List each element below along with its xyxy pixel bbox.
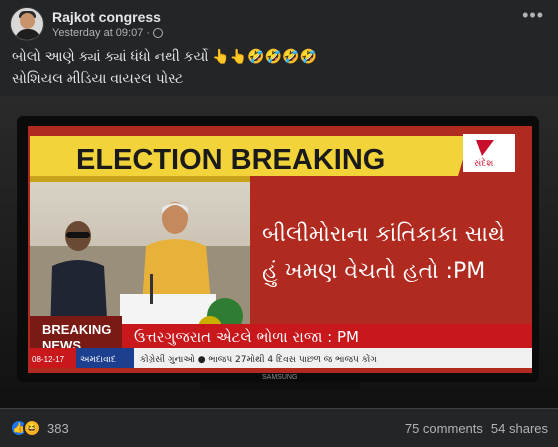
reactions-summary[interactable]: 👍 😆 383	[10, 419, 69, 437]
ticker-main: ઉત્તરગુજરાત એટલે ભોળા રાજા : PM	[134, 328, 359, 346]
post-image[interactable]: ELECTION BREAKING સંદેશ બીલીમોરાના કાંતિ…	[0, 96, 558, 408]
globe-icon	[153, 27, 164, 38]
facebook-post: Rajkot congress Yesterday at 09:07 · •••…	[0, 0, 558, 447]
comments-count[interactable]: 75 comments	[405, 421, 483, 436]
channel-logo-text: સંદેશ	[474, 157, 493, 169]
ticker-small: કોંગ્રેસી ગુનાઓ ● ભાજપ 27મોથી 4 દિવસ પાછ…	[140, 353, 377, 365]
page-avatar[interactable]	[10, 7, 44, 41]
breaking-line-1: BREAKING	[42, 322, 111, 337]
reaction-count: 383	[47, 420, 69, 436]
panel-line-2: હું ખમણ વેચતો હતો :PM	[262, 258, 485, 287]
more-options-button[interactable]: •••	[522, 6, 544, 24]
caption-line-2: સોશિયલ મીડિયા વાયરલ પોસ્ટ	[12, 70, 184, 86]
shares-count[interactable]: 54 shares	[491, 421, 548, 436]
city-tag: અમદાવાદ	[80, 355, 116, 365]
post-caption: બોલો આણે ક્યાં ક્યાં ધંધો નથી કર્યો 👆👆🤣🤣…	[12, 45, 317, 89]
tv-photo: ELECTION BREAKING સંદેશ બીલીમોરાના કાંતિ…	[0, 96, 558, 408]
post-header: Rajkot congress Yesterday at 09:07 ·	[10, 6, 164, 42]
caption-line-1: બોલો આણે ક્યાં ક્યાં ધંધો નથી કર્યો 👆👆🤣🤣…	[12, 48, 317, 64]
headline-text: ELECTION BREAKING	[76, 144, 385, 176]
post-timestamp[interactable]: Yesterday at 09:07	[52, 26, 143, 40]
haha-reaction-icon: 😆	[23, 419, 41, 437]
page-name[interactable]: Rajkot congress	[52, 9, 163, 26]
tv-brand: SAMSUNG	[262, 374, 297, 381]
panel-line-1: બીલીમોરાના કાંતિકાકા સાથે	[262, 221, 505, 247]
post-footer: 👍 😆 383 75 comments 54 shares	[0, 408, 558, 447]
date-tag: 08-12-17	[32, 355, 65, 364]
